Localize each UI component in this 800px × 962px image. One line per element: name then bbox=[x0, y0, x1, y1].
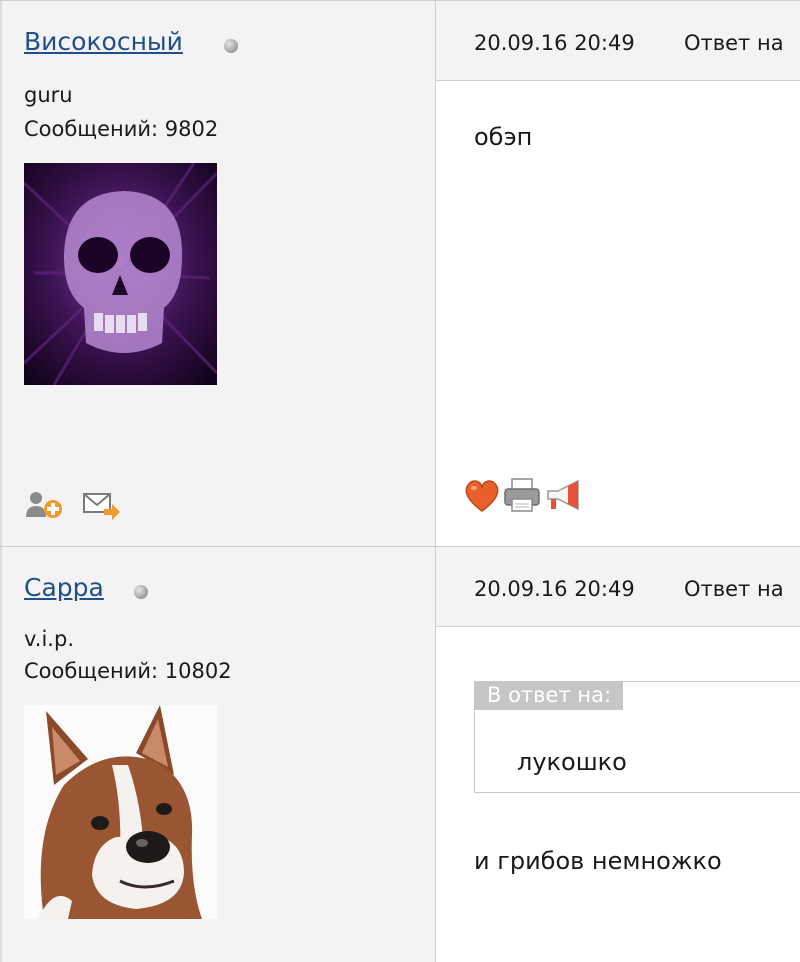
post-date: 20.09.16 20:49 bbox=[474, 577, 635, 601]
forum-post: Високосный guru Сообщений: 9802 20.09.16… bbox=[0, 1, 800, 547]
send-message-icon[interactable] bbox=[82, 489, 122, 521]
add-friend-icon[interactable] bbox=[24, 489, 64, 521]
heart-icon[interactable] bbox=[462, 475, 502, 515]
forum-post: Сарра v.i.p. Сообщений: 10802 20.09.16 2… bbox=[0, 547, 800, 962]
author-message-count: Сообщений: 10802 bbox=[24, 659, 232, 683]
quote-label: В ответ на: bbox=[475, 682, 624, 710]
offline-status-icon bbox=[134, 585, 148, 599]
author-rank: guru bbox=[24, 83, 73, 107]
quote-text: лукошко bbox=[517, 748, 627, 776]
author-panel: Сарра v.i.p. Сообщений: 10802 bbox=[0, 547, 436, 962]
reply-link[interactable]: Ответ на bbox=[684, 577, 784, 601]
post-message: и грибов немножко bbox=[474, 847, 722, 875]
purple-skull-avatar bbox=[24, 163, 217, 385]
post-header: 20.09.16 20:49 Ответ на bbox=[436, 1, 800, 81]
reply-link[interactable]: Ответ на bbox=[684, 31, 784, 55]
post-message: обэп bbox=[474, 123, 533, 151]
post-content: 20.09.16 20:49 Ответ на В ответ на: луко… bbox=[436, 547, 800, 962]
dog-image-icon bbox=[24, 705, 217, 919]
skull-image-icon bbox=[24, 163, 217, 385]
forum-thread: Високосный guru Сообщений: 9802 20.09.16… bbox=[0, 0, 800, 962]
author-message-count: Сообщений: 9802 bbox=[24, 117, 219, 141]
author-rank: v.i.p. bbox=[24, 627, 74, 651]
post-header: 20.09.16 20:49 Ответ на bbox=[436, 547, 800, 627]
print-icon[interactable] bbox=[502, 475, 542, 515]
boxer-dog-avatar bbox=[24, 705, 217, 919]
quote-block: В ответ на: лукошко bbox=[474, 681, 800, 793]
megaphone-icon[interactable] bbox=[544, 475, 584, 515]
author-name-link[interactable]: Сарра bbox=[24, 573, 104, 602]
post-content: 20.09.16 20:49 Ответ на обэп bbox=[436, 1, 800, 546]
author-panel: Високосный guru Сообщений: 9802 bbox=[0, 1, 436, 546]
post-date: 20.09.16 20:49 bbox=[474, 31, 635, 55]
author-name-link[interactable]: Високосный bbox=[24, 27, 183, 56]
offline-status-icon bbox=[224, 39, 238, 53]
